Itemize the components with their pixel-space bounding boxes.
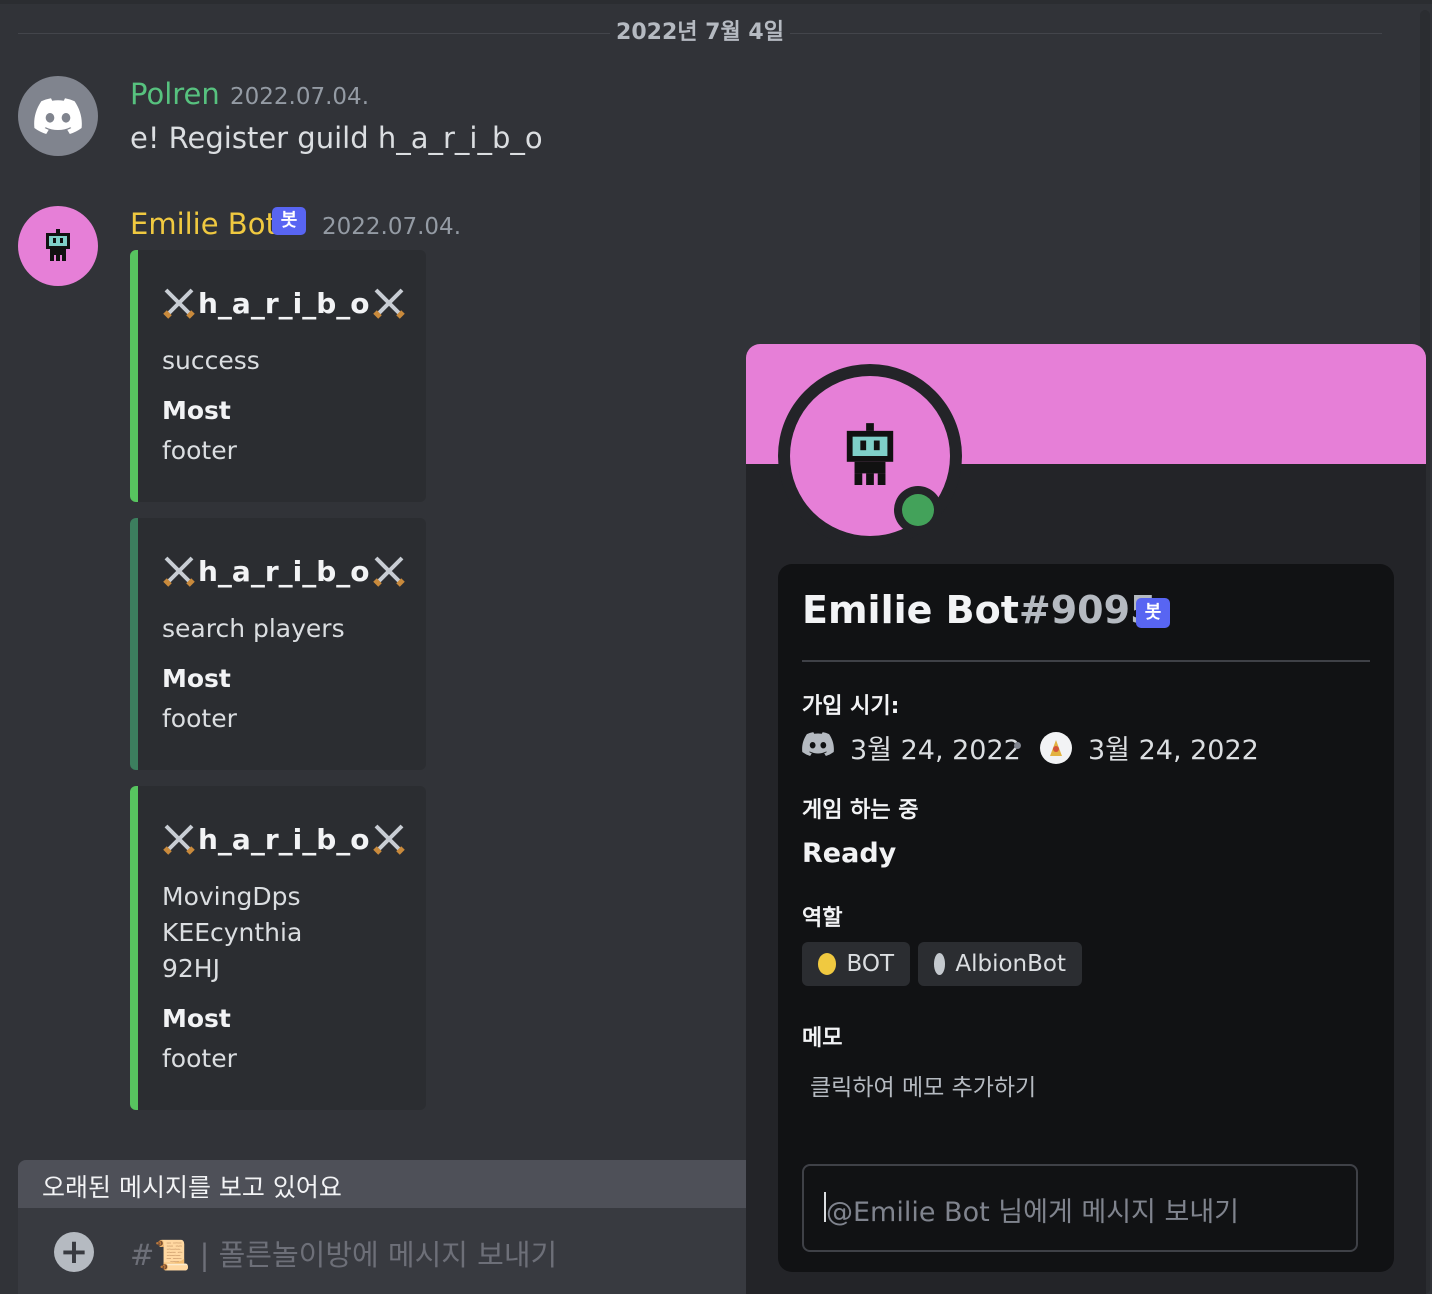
message-author[interactable]: Emilie Bot — [130, 206, 277, 242]
crossed-swords-icon — [372, 288, 405, 319]
embed-description: MovingDps — [162, 882, 301, 911]
embed-title-text: h_a_r_i_b_o — [198, 286, 370, 320]
embed-field-value: footer — [162, 436, 237, 465]
role-name: AlbionBot — [955, 951, 1066, 977]
profile-name: Emilie Bot — [802, 588, 1019, 632]
embed-field-name: Most — [162, 1004, 231, 1033]
embed-description: 92HJ — [162, 954, 220, 983]
embed-title: h_a_r_i_b_o — [162, 822, 406, 856]
roles-heading: 역할 — [802, 906, 843, 931]
crossed-swords-icon — [372, 824, 405, 855]
embed: h_a_r_i_b_o success Most footer — [130, 250, 426, 502]
old-messages-banner[interactable]: 오래된 메시지를 보고 있어요 — [18, 1160, 758, 1212]
crossed-swords-icon — [163, 288, 195, 319]
bot-tag: 봇 — [1136, 598, 1170, 628]
status-indicator — [894, 486, 942, 534]
crossed-swords-icon — [372, 556, 405, 587]
embed-field-name: Most — [162, 396, 231, 425]
embed-field-value: footer — [162, 1044, 237, 1073]
message-timestamp: 2022.07.04. — [322, 214, 461, 240]
profile-divider — [802, 660, 1370, 662]
embed-title: h_a_r_i_b_o — [162, 554, 406, 588]
role-pill-bot[interactable]: BOT — [802, 942, 910, 986]
attach-plus-button[interactable]: + — [54, 1232, 94, 1272]
discord-logo-icon — [802, 732, 834, 756]
embed-field-value: footer — [162, 704, 237, 733]
embed: h_a_r_i_b_o search players Most footer — [130, 518, 426, 770]
embed-color-bar — [130, 786, 138, 1110]
user-profile-popout: Emilie Bot#9095 봇 가입 시기: 3월 24, 2022 3월 … — [746, 344, 1426, 1294]
memo-input[interactable]: 클릭하여 메모 추가하기 — [810, 1068, 1036, 1102]
role-color-dot — [934, 953, 946, 975]
member-since-heading: 가입 시기: — [802, 694, 900, 719]
server-icon[interactable] — [1040, 732, 1072, 764]
role-color-dot — [818, 953, 837, 975]
robot-icon — [846, 423, 894, 485]
crossed-swords-icon — [163, 556, 195, 587]
date-divider: 2022년 7월 4일 — [610, 18, 790, 48]
date-separator-dot — [1014, 742, 1021, 749]
profile-username[interactable]: Emilie Bot#9095 — [802, 588, 1156, 632]
bot-tag: 봇 — [272, 207, 306, 235]
online-status-dot — [902, 494, 934, 526]
crossed-swords-icon — [163, 824, 195, 855]
role-name: BOT — [846, 951, 894, 977]
embed-title-text: h_a_r_i_b_o — [198, 822, 370, 856]
robot-icon — [46, 229, 70, 261]
embed-description: KEEcynthia — [162, 918, 303, 947]
profile-card: Emilie Bot#9095 봇 가입 시기: 3월 24, 2022 3월 … — [778, 564, 1394, 1272]
top-bar — [0, 0, 1432, 4]
message-author[interactable]: Polren — [130, 76, 220, 112]
embed-color-bar — [130, 518, 138, 770]
embed-description: success — [162, 346, 260, 375]
playing-heading: 게임 하는 중 — [802, 798, 919, 823]
embed-title-text: h_a_r_i_b_o — [198, 554, 370, 588]
dm-placeholder: @Emilie Bot 님에게 메시지 보내기 — [826, 1197, 1239, 1228]
role-pill-albionbot[interactable]: AlbionBot — [918, 942, 1082, 986]
emilie-bot-avatar[interactable] — [18, 206, 98, 286]
embed-description: search players — [162, 614, 345, 643]
message-composer[interactable]: + #📜 | 폴른놀이방에 메시지 보내기 — [18, 1208, 758, 1294]
embed-color-bar — [130, 250, 138, 502]
dm-message-input[interactable]: @Emilie Bot 님에게 메시지 보내기 — [802, 1164, 1358, 1252]
embed-field-name: Most — [162, 664, 231, 693]
composer-placeholder[interactable]: #📜 | 폴른놀이방에 메시지 보내기 — [130, 1232, 557, 1274]
polren-avatar[interactable] — [18, 76, 98, 156]
server-join-date: 3월 24, 2022 — [1088, 735, 1259, 766]
old-messages-text: 오래된 메시지를 보고 있어요 — [42, 1173, 342, 1202]
embed-title: h_a_r_i_b_o — [162, 286, 406, 320]
embed: h_a_r_i_b_o MovingDps KEEcynthia 92HJ Mo… — [130, 786, 426, 1110]
message-timestamp: 2022.07.04. — [230, 84, 369, 110]
discord-join-date: 3월 24, 2022 — [850, 735, 1021, 766]
discord-logo-icon — [34, 98, 82, 134]
memo-heading: 메모 — [802, 1026, 843, 1051]
message-text: e! Register guild h_a_r_i_b_o — [130, 121, 543, 155]
playing-activity: Ready — [802, 838, 897, 869]
